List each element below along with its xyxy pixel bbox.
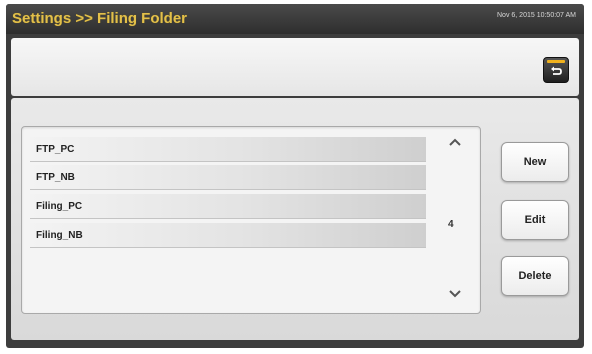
back-button[interactable] [543, 57, 569, 83]
scroll-up-button[interactable] [444, 133, 466, 151]
edit-button[interactable]: Edit [501, 200, 569, 240]
item-count: 4 [448, 219, 454, 230]
delete-button[interactable]: Delete [501, 256, 569, 296]
title-bar: Settings >> Filing Folder Nov 6, 2015 10… [6, 4, 584, 34]
chevron-up-icon [449, 138, 461, 146]
folder-list: FTP_PC FTP_NB Filing_PC Filing_NB 4 [21, 126, 481, 314]
page-title: Settings >> Filing Folder [12, 10, 188, 27]
main-content: FTP_PC FTP_NB Filing_PC Filing_NB 4 New … [11, 98, 579, 340]
new-button[interactable]: New [501, 142, 569, 182]
list-item[interactable]: Filing_PC [30, 194, 426, 219]
scroll-down-button[interactable] [444, 285, 466, 303]
list-item[interactable]: FTP_PC [30, 137, 426, 162]
back-button-accent [547, 60, 565, 63]
list-item[interactable]: FTP_NB [30, 165, 426, 190]
datetime-display: Nov 6, 2015 10:50:07 AM [497, 12, 576, 19]
device-screen: Settings >> Filing Folder Nov 6, 2015 10… [6, 4, 584, 348]
return-arrow-icon [551, 66, 562, 75]
list-item[interactable]: Filing_NB [30, 223, 426, 248]
chevron-down-icon [449, 290, 461, 298]
toolbar [11, 38, 579, 96]
